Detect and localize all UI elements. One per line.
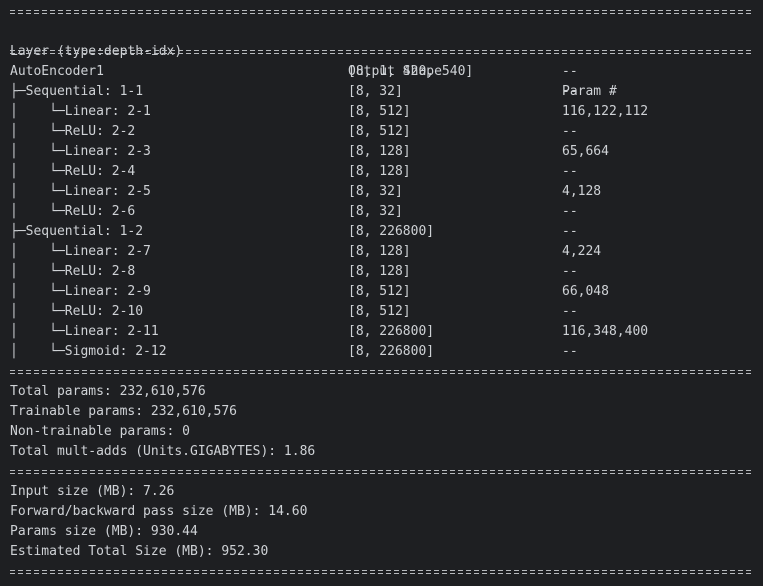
row-output-shape: [8, 32] <box>348 184 403 199</box>
size-summary: Input size (MB): 7.26 Forward/backward pa… <box>10 482 763 562</box>
row-output-shape: [8, 128] <box>348 264 411 279</box>
row-output-shape: [8, 32] <box>348 204 403 219</box>
row-layer-name: │ └─Linear: 2-3 <box>10 144 151 159</box>
table-row: │ └─ReLU: 2-4 [8, 128] -- <box>10 162 763 182</box>
row-param-count: -- <box>562 164 578 179</box>
table-row: │ └─ReLU: 2-10 [8, 512] -- <box>10 302 763 322</box>
row-param-count: 116,122,112 <box>562 104 649 119</box>
summary-line: Total mult-adds (Units.GIGABYTES): 1.86 <box>10 444 316 459</box>
row-param-count: 116,348,400 <box>562 324 649 339</box>
separator-rule <box>10 42 763 62</box>
row-layer-name: │ └─Linear: 2-11 <box>10 324 159 339</box>
row-param-count: -- <box>562 124 578 139</box>
row-layer-name: │ └─Linear: 2-5 <box>10 184 151 199</box>
table-row: │ └─Linear: 2-3 [8, 128] 65,664 <box>10 142 763 162</box>
row-output-shape: [8, 512] <box>348 104 411 119</box>
row-layer-name: │ └─ReLU: 2-2 <box>10 124 136 139</box>
row-param-count: -- <box>562 344 578 359</box>
table-row: │ └─Linear: 2-7 [8, 128] 4,224 <box>10 242 763 262</box>
terminal-output: Layer (type:depth-idx) Output Shape Para… <box>0 0 763 586</box>
table-row: │ └─Linear: 2-9 [8, 512] 66,048 <box>10 282 763 302</box>
row-output-shape: [8, 32] <box>348 84 403 99</box>
row-output-shape: [8, 1, 420, 540] <box>348 64 474 79</box>
row-param-count: -- <box>562 224 578 239</box>
separator-rule <box>10 562 763 582</box>
summary-line: Estimated Total Size (MB): 952.30 <box>10 544 269 559</box>
table-row: ├─Sequential: 1-2 [8, 226800] -- <box>10 222 763 242</box>
separator-rule <box>10 2 763 22</box>
row-param-count: 65,664 <box>562 144 609 159</box>
row-output-shape: [8, 226800] <box>348 344 435 359</box>
table-header: Layer (type:depth-idx) Output Shape Para… <box>10 22 763 99</box>
row-output-shape: [8, 128] <box>348 144 411 159</box>
row-layer-name: ├─Sequential: 1-1 <box>10 84 144 99</box>
row-layer-name: AutoEncoder1 <box>10 64 104 79</box>
row-param-count: -- <box>562 264 578 279</box>
table-row: │ └─Linear: 2-5 [8, 32] 4,128 <box>10 182 763 202</box>
summary-line: Trainable params: 232,610,576 <box>10 404 237 419</box>
row-output-shape: [8, 512] <box>348 124 411 139</box>
summary-line: Input size (MB): 7.26 <box>10 484 175 499</box>
row-layer-name: │ └─Linear: 2-9 <box>10 284 151 299</box>
row-output-shape: [8, 512] <box>348 284 411 299</box>
row-param-count: 4,128 <box>562 184 602 199</box>
params-summary: Total params: 232,610,576 Trainable param… <box>10 382 763 462</box>
row-param-count: -- <box>562 84 578 99</box>
summary-line: Params size (MB): 930.44 <box>10 524 198 539</box>
row-output-shape: [8, 226800] <box>348 324 435 339</box>
table-row: │ └─ReLU: 2-8 [8, 128] -- <box>10 262 763 282</box>
table-row: │ └─Sigmoid: 2-12 [8, 226800] -- <box>10 342 763 362</box>
row-param-count: -- <box>562 204 578 219</box>
row-output-shape: [8, 128] <box>348 164 411 179</box>
table-row: AutoEncoder1 [8, 1, 420, 540] -- <box>10 62 763 82</box>
row-output-shape: [8, 512] <box>348 304 411 319</box>
row-layer-name: │ └─Sigmoid: 2-12 <box>10 344 167 359</box>
table-row: │ └─ReLU: 2-6 [8, 32] -- <box>10 202 763 222</box>
row-layer-name: ├─Sequential: 1-2 <box>10 224 144 239</box>
row-layer-name: │ └─Linear: 2-7 <box>10 244 151 259</box>
table-row: │ └─Linear: 2-11 [8, 226800] 116,348,400 <box>10 322 763 342</box>
separator-rule <box>10 362 763 382</box>
row-param-count: 4,224 <box>562 244 602 259</box>
summary-line: Forward/backward pass size (MB): 14.60 <box>10 504 308 519</box>
row-output-shape: [8, 128] <box>348 244 411 259</box>
row-layer-name: │ └─ReLU: 2-8 <box>10 264 136 279</box>
table-row: │ └─Linear: 2-1 [8, 512] 116,122,112 <box>10 102 763 122</box>
table-row: ├─Sequential: 1-1 [8, 32] -- <box>10 82 763 102</box>
row-layer-name: │ └─Linear: 2-1 <box>10 104 151 119</box>
row-output-shape: [8, 226800] <box>348 224 435 239</box>
row-layer-name: │ └─ReLU: 2-6 <box>10 204 136 219</box>
layer-table: AutoEncoder1 [8, 1, 420, 540] -- ├─Sequenti… <box>10 62 763 362</box>
row-layer-name: │ └─ReLU: 2-4 <box>10 164 136 179</box>
row-param-count: -- <box>562 64 578 79</box>
row-param-count: 66,048 <box>562 284 609 299</box>
separator-rule <box>10 462 763 482</box>
table-row: │ └─ReLU: 2-2 [8, 512] -- <box>10 122 763 142</box>
row-param-count: -- <box>562 304 578 319</box>
summary-line: Non-trainable params: 0 <box>10 424 191 439</box>
row-layer-name: │ └─ReLU: 2-10 <box>10 304 144 319</box>
summary-line: Total params: 232,610,576 <box>10 384 206 399</box>
